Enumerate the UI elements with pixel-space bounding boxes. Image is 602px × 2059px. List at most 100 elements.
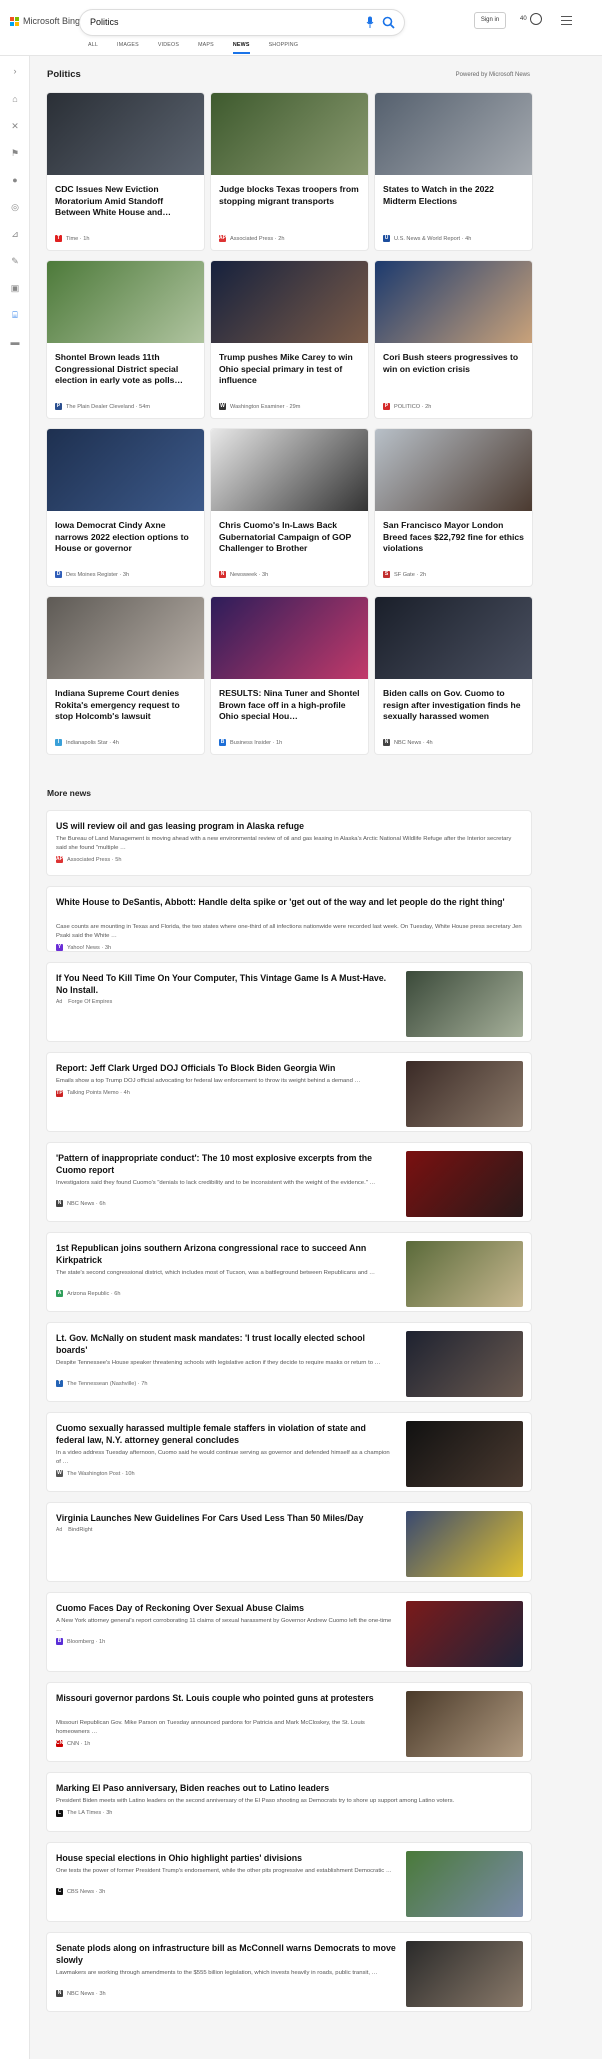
news-card-title[interactable]: Shontel Brown leads 11th Congressional D… <box>55 352 198 387</box>
location-icon[interactable]: ● <box>10 175 20 185</box>
sponsored-list-item[interactable]: If You Need To Kill Time On Your Compute… <box>47 963 531 1041</box>
microphone-icon[interactable] <box>366 16 374 29</box>
news-item-thumbnail[interactable] <box>406 971 523 1037</box>
flag-icon[interactable]: ⚑ <box>10 148 20 158</box>
news-card[interactable]: CDC Issues New Eviction Moratorium Amid … <box>47 93 204 250</box>
news-card-image[interactable] <box>47 261 204 343</box>
science-icon[interactable]: ✎ <box>10 256 20 266</box>
news-item-thumbnail[interactable] <box>406 1151 523 1217</box>
globe-icon[interactable]: ◎ <box>10 202 20 212</box>
news-item-thumbnail[interactable] <box>406 1421 523 1487</box>
news-card[interactable]: Judge blocks Texas troopers from stoppin… <box>211 93 368 250</box>
news-item-title[interactable]: Report: Jeff Clark Urged DOJ Officials T… <box>56 1062 396 1074</box>
news-item-title[interactable]: Virginia Launches New Guidelines For Car… <box>56 1512 396 1524</box>
news-card-image[interactable] <box>211 93 368 175</box>
news-item-thumbnail[interactable] <box>406 1061 523 1127</box>
news-card-image[interactable] <box>211 429 368 511</box>
news-list-item[interactable]: Missouri governor pardons St. Louis coup… <box>47 1683 531 1761</box>
news-card-title[interactable]: Cori Bush steers progressives to win on … <box>383 352 526 375</box>
news-item-thumbnail[interactable] <box>406 1601 523 1667</box>
news-item-title[interactable]: 1st Republican joins southern Arizona co… <box>56 1242 396 1266</box>
news-card[interactable]: Indiana Supreme Court denies Rokita's em… <box>47 597 204 754</box>
film-icon[interactable]: ▣ <box>10 283 20 293</box>
news-list-item[interactable]: Senate plods along on infrastructure bil… <box>47 1933 531 2011</box>
crossed-icon[interactable]: ✕ <box>10 121 20 131</box>
news-list-item[interactable]: US will review oil and gas leasing progr… <box>47 811 531 875</box>
news-card-title[interactable]: Judge blocks Texas troopers from stoppin… <box>219 184 362 207</box>
news-card-title[interactable]: CDC Issues New Eviction Moratorium Amid … <box>55 184 198 219</box>
rewards-icon[interactable] <box>530 13 542 25</box>
sign-in-button[interactable]: Sign in <box>474 12 506 29</box>
news-list-item[interactable]: 1st Republican joins southern Arizona co… <box>47 1233 531 1311</box>
news-card[interactable]: Cori Bush steers progressives to win on … <box>375 261 532 418</box>
news-card-image[interactable] <box>47 93 204 175</box>
news-item-thumbnail[interactable] <box>406 1511 523 1577</box>
news-item-title[interactable]: Lt. Gov. McNally on student mask mandate… <box>56 1332 396 1356</box>
news-card[interactable]: Shontel Brown leads 11th Congressional D… <box>47 261 204 418</box>
news-card-title[interactable]: Trump pushes Mike Carey to win Ohio spec… <box>219 352 362 387</box>
tab-shopping[interactable]: SHOPPING <box>269 42 299 54</box>
news-item-title[interactable]: Marking El Paso anniversary, Biden reach… <box>56 1782 522 1794</box>
tab-images[interactable]: IMAGES <box>117 42 139 54</box>
news-card-title[interactable]: San Francisco Mayor London Breed faces $… <box>383 520 526 555</box>
news-list-item[interactable]: Marking El Paso anniversary, Biden reach… <box>47 1773 531 1831</box>
politics-icon[interactable]: ⌸ <box>10 310 20 320</box>
news-list-item[interactable]: Cuomo Faces Day of Reckoning Over Sexual… <box>47 1593 531 1671</box>
tab-maps[interactable]: MAPS <box>198 42 214 54</box>
news-list-item[interactable]: Cuomo sexually harassed multiple female … <box>47 1413 531 1491</box>
news-card-image[interactable] <box>47 429 204 511</box>
news-card[interactable]: Chris Cuomo's In-Laws Back Gubernatorial… <box>211 429 368 586</box>
expand-icon[interactable]: › <box>10 66 20 76</box>
chart-icon[interactable]: ⊿ <box>10 229 20 239</box>
news-card-image[interactable] <box>375 429 532 511</box>
news-card-title[interactable]: Iowa Democrat Cindy Axne narrows 2022 el… <box>55 520 198 555</box>
news-card[interactable]: Biden calls on Gov. Cuomo to resign afte… <box>375 597 532 754</box>
rewards-points[interactable]: 40 <box>520 16 527 22</box>
news-list-item[interactable]: Report: Jeff Clark Urged DOJ Officials T… <box>47 1053 531 1131</box>
news-card[interactable]: San Francisco Mayor London Breed faces $… <box>375 429 532 586</box>
news-list-item[interactable]: White House to DeSantis, Abbott: Handle … <box>47 887 531 951</box>
news-card[interactable]: Trump pushes Mike Carey to win Ohio spec… <box>211 261 368 418</box>
sponsored-list-item[interactable]: Virginia Launches New Guidelines For Car… <box>47 1503 531 1581</box>
tab-all[interactable]: ALL <box>88 42 98 54</box>
home-icon[interactable]: ⌂ <box>10 94 20 104</box>
news-item-thumbnail[interactable] <box>406 1331 523 1397</box>
bing-logo[interactable]: Microsoft Bing <box>10 16 80 26</box>
news-item-title[interactable]: 'Pattern of inappropriate conduct': The … <box>56 1152 396 1176</box>
news-item-thumbnail[interactable] <box>406 1241 523 1307</box>
news-card-image[interactable] <box>211 261 368 343</box>
news-list-item[interactable]: Lt. Gov. McNally on student mask mandate… <box>47 1323 531 1401</box>
news-list-item[interactable]: 'Pattern of inappropriate conduct': The … <box>47 1143 531 1221</box>
news-card-image[interactable] <box>211 597 368 679</box>
news-item-title[interactable]: Missouri governor pardons St. Louis coup… <box>56 1692 396 1704</box>
news-item-title[interactable]: Cuomo Faces Day of Reckoning Over Sexual… <box>56 1602 396 1614</box>
news-item-title[interactable]: White House to DeSantis, Abbott: Handle … <box>56 896 522 908</box>
news-item-title[interactable]: Cuomo sexually harassed multiple female … <box>56 1422 396 1446</box>
news-card-image[interactable] <box>47 597 204 679</box>
news-card[interactable]: States to Watch in the 2022 Midterm Elec… <box>375 93 532 250</box>
news-card-title[interactable]: Biden calls on Gov. Cuomo to resign afte… <box>383 688 526 723</box>
search-box[interactable]: Politics <box>80 10 404 35</box>
news-list-item[interactable]: House special elections in Ohio highligh… <box>47 1843 531 1921</box>
news-card[interactable]: Iowa Democrat Cindy Axne narrows 2022 el… <box>47 429 204 586</box>
tab-videos[interactable]: VIDEOS <box>158 42 179 54</box>
news-card-image[interactable] <box>375 261 532 343</box>
news-item-thumbnail[interactable] <box>406 1941 523 2007</box>
tab-news[interactable]: NEWS <box>232 42 250 54</box>
news-item-thumbnail[interactable] <box>406 1851 523 1917</box>
news-card-title[interactable]: States to Watch in the 2022 Midterm Elec… <box>383 184 526 207</box>
hamburger-menu-icon[interactable] <box>561 16 572 26</box>
news-item-title[interactable]: House special elections in Ohio highligh… <box>56 1852 396 1864</box>
news-card-title[interactable]: Chris Cuomo's In-Laws Back Gubernatorial… <box>219 520 362 555</box>
news-card-image[interactable] <box>375 597 532 679</box>
card-icon[interactable]: ▬ <box>10 337 20 347</box>
news-item-title[interactable]: US will review oil and gas leasing progr… <box>56 820 522 832</box>
news-item-title[interactable]: If You Need To Kill Time On Your Compute… <box>56 972 396 996</box>
news-item-title[interactable]: Senate plods along on infrastructure bil… <box>56 1942 396 1966</box>
news-card[interactable]: RESULTS: Nina Tuner and Shontel Brown fa… <box>211 597 368 754</box>
search-icon[interactable] <box>382 16 395 29</box>
news-card-image[interactable] <box>375 93 532 175</box>
news-item-thumbnail[interactable] <box>406 1691 523 1757</box>
search-input[interactable]: Politics <box>90 17 119 27</box>
news-card-title[interactable]: Indiana Supreme Court denies Rokita's em… <box>55 688 198 723</box>
